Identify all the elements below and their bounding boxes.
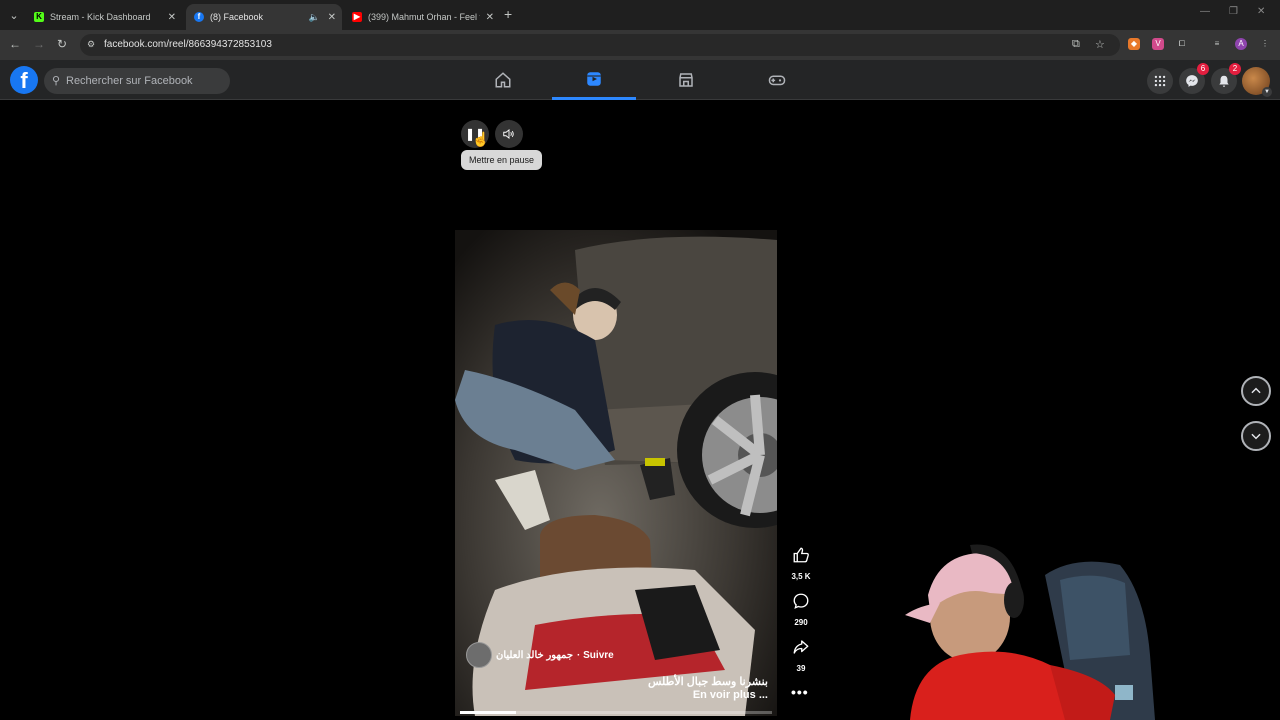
notifications-badge: 2 [1229, 63, 1241, 75]
url-field[interactable]: ⚙ facebook.com/reel/866394372853103 [80, 34, 1120, 56]
streamer-webcam-image [905, 544, 1155, 720]
chevron-down-icon: ▼ [1262, 87, 1272, 97]
chevron-up-icon [1251, 387, 1261, 394]
gaming-icon [768, 75, 786, 86]
tab-title: (399) Mahmut Orhan - Feel fea [368, 12, 480, 22]
facebook-icon: f [194, 12, 204, 22]
nav-reels[interactable] [552, 60, 636, 100]
browser-tab-strip: ⌄ K Stream - Kick Dashboard ✕ f (8) Face… [0, 0, 1280, 30]
messenger-icon [1186, 75, 1198, 87]
search-input[interactable] [66, 68, 226, 94]
close-icon[interactable]: ✕ [486, 12, 494, 23]
youtube-icon: ▶ [352, 12, 362, 22]
comment-button[interactable]: 290 [786, 592, 816, 630]
next-reel-button[interactable] [1241, 421, 1271, 451]
nav-marketplace[interactable] [644, 60, 728, 100]
reel-author[interactable]: جمهور خالد العليان · Suivre [466, 642, 614, 668]
nav-home[interactable] [461, 60, 545, 100]
close-icon[interactable]: ✕ [168, 12, 176, 23]
like-button[interactable]: 3,5 K [786, 546, 816, 584]
tab-facebook[interactable]: f (8) Facebook 🔈 ✕ [186, 4, 342, 30]
back-icon[interactable]: ← [9, 37, 21, 51]
address-bar-row: ← → ↻ ⚙ facebook.com/reel/86639437285310… [0, 30, 1280, 60]
thumbs-up-icon [793, 547, 809, 563]
speaker-icon [503, 128, 514, 140]
pause-tooltip: Mettre en pause [461, 150, 543, 170]
tab-kick-dashboard[interactable]: K Stream - Kick Dashboard ✕ [26, 4, 182, 30]
restore-icon[interactable]: ❐ [1229, 6, 1238, 17]
url-text: facebook.com/reel/866394372853103 [104, 39, 272, 50]
home-icon [495, 72, 511, 88]
volume-button[interactable] [495, 120, 523, 148]
minimize-icon[interactable]: — [1200, 6, 1210, 17]
like-count: 3,5 K [791, 572, 811, 581]
messenger-button[interactable]: 6 [1179, 63, 1209, 94]
profile-icon[interactable]: A [1235, 38, 1247, 50]
speaker-icon[interactable]: 🔈 [309, 12, 320, 23]
share-button[interactable]: 39 [786, 638, 816, 676]
share-count: 39 [796, 664, 806, 673]
comment-count: 290 [794, 618, 808, 627]
video-progress-fill [460, 711, 517, 714]
menu-grid-button[interactable] [1147, 68, 1173, 94]
kick-icon: K [34, 12, 44, 22]
more-options-icon[interactable]: ••• [791, 684, 809, 700]
previous-reel-button[interactable] [1241, 376, 1271, 406]
follow-button[interactable]: · Suivre [577, 650, 614, 661]
facebook-search[interactable]: ⚲ [44, 68, 230, 94]
comment-icon [793, 593, 809, 609]
extension-shield-icon[interactable]: V [1152, 38, 1164, 50]
see-more-link[interactable]: En voir plus ... [690, 689, 768, 701]
window-close-icon[interactable]: ✕ [1257, 6, 1265, 17]
bookmark-star-icon[interactable]: ☆ [1095, 38, 1105, 51]
account-avatar[interactable]: ▼ [1242, 67, 1272, 97]
tab-youtube[interactable]: ▶ (399) Mahmut Orhan - Feel fea ✕ [344, 4, 500, 30]
install-app-icon[interactable]: ⧉ [1072, 38, 1080, 51]
tab-title: Stream - Kick Dashboard [50, 12, 151, 22]
nav-gaming[interactable] [735, 60, 819, 100]
reels-icon [587, 71, 601, 86]
tab-search-chevron-icon[interactable]: ⌄ [4, 5, 24, 25]
extensions-puzzle-icon[interactable]: ⧠ [1176, 38, 1188, 50]
mouse-cursor-icon: ☝ [472, 131, 490, 147]
notifications-button[interactable]: 2 [1211, 63, 1241, 94]
new-tab-icon[interactable]: + [504, 6, 512, 22]
extension-fox-icon[interactable]: ◆ [1128, 38, 1140, 50]
reel-caption: بنشرنا وسط جبال الأطلس [647, 676, 768, 688]
author-name[interactable]: جمهور خالد العليان [496, 650, 573, 661]
marketplace-icon [679, 73, 693, 87]
messenger-badge: 6 [1197, 63, 1209, 75]
search-icon: ⚲ [52, 75, 61, 87]
share-icon [793, 640, 809, 654]
webcam-overlay [900, 535, 1160, 720]
forward-icon[interactable]: → [33, 37, 45, 51]
media-controls-icon[interactable]: ≡ [1211, 38, 1223, 50]
facebook-header: f ⚲ 6 2 ▼ [0, 60, 1280, 100]
menu-kebab-icon[interactable]: ⋮ [1259, 38, 1271, 50]
facebook-logo-icon[interactable]: f [10, 66, 38, 94]
bell-icon [1219, 75, 1229, 87]
tab-title: (8) Facebook [210, 12, 264, 22]
reload-icon[interactable]: ↻ [57, 37, 67, 51]
video-progress-bar[interactable] [460, 711, 772, 714]
chevron-down-icon [1251, 433, 1261, 440]
close-icon[interactable]: ✕ [328, 12, 336, 23]
grid-icon [1154, 75, 1166, 87]
author-avatar[interactable] [466, 642, 492, 668]
site-settings-icon[interactable]: ⚙ [87, 39, 99, 51]
